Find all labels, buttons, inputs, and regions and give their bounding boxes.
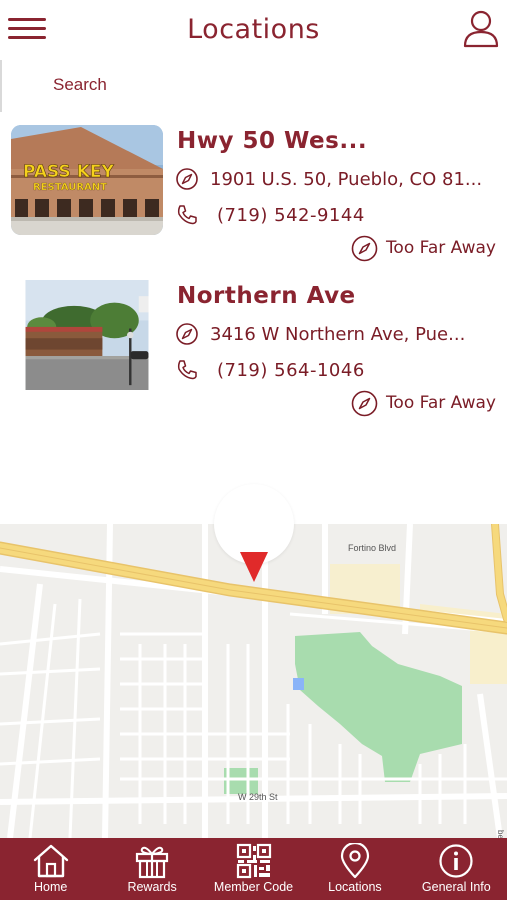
nav-home[interactable]: Home bbox=[0, 838, 101, 900]
bottom-nav: Home Rewards Member Code Locations Gener… bbox=[0, 838, 507, 900]
map-street-label: Fortino Blvd bbox=[348, 543, 396, 553]
map-pin-icon[interactable] bbox=[240, 552, 268, 582]
address-row: 1901 U.S. 50, Pueblo, CO 81... bbox=[175, 166, 482, 192]
location-address: 1901 U.S. 50, Pueblo, CO 81... bbox=[210, 168, 483, 190]
app-header: Locations bbox=[0, 0, 507, 62]
photo-sign-text: PASS KEY bbox=[23, 162, 114, 182]
compass-icon bbox=[351, 235, 378, 261]
location-phone: (719) 564-1046 bbox=[217, 359, 365, 381]
qr-code-icon bbox=[236, 843, 271, 879]
nav-label: Rewards bbox=[127, 880, 177, 894]
home-icon bbox=[33, 844, 68, 878]
compass-icon bbox=[176, 168, 198, 190]
nav-label: Member Code bbox=[213, 880, 294, 894]
nav-label: Home bbox=[34, 880, 68, 894]
location-photo bbox=[11, 280, 163, 390]
map-street-label: beth St bbox=[496, 830, 505, 838]
compass-icon bbox=[176, 323, 198, 345]
phone-icon bbox=[177, 360, 197, 380]
page-title: Locations bbox=[187, 14, 320, 45]
search-field[interactable]: Search bbox=[53, 75, 107, 95]
nav-rewards[interactable]: Rewards bbox=[101, 838, 202, 900]
location-pin-icon bbox=[340, 843, 370, 879]
drawer-edge bbox=[0, 60, 2, 112]
location-card-hwy-50[interactable]: PASS KEY RESTAURANT Hwy 50 Wes... 1901 U… bbox=[0, 122, 507, 272]
location-card-northern-ave[interactable]: Northern Ave 3416 W Northern Ave, Pue...… bbox=[0, 277, 507, 427]
location-distance: Too Far Away bbox=[385, 393, 496, 413]
location-distance: Too Far Away bbox=[385, 238, 496, 258]
nav-label: General Info bbox=[421, 880, 491, 894]
nav-member-code[interactable]: Member Code bbox=[203, 838, 304, 900]
gift-icon bbox=[136, 846, 169, 879]
location-phone: (719) 542-9144 bbox=[217, 204, 365, 226]
nav-general-info[interactable]: General Info bbox=[406, 838, 507, 900]
location-address: 3416 W Northern Ave, Pue... bbox=[210, 323, 466, 345]
phone-row[interactable]: (719) 542-9144 bbox=[175, 202, 365, 228]
distance-row: Too Far Away bbox=[351, 389, 496, 417]
address-row: 3416 W Northern Ave, Pue... bbox=[175, 321, 465, 347]
phone-icon bbox=[177, 205, 197, 225]
location-photo: PASS KEY RESTAURANT bbox=[11, 125, 163, 235]
location-name: Hwy 50 Wes... bbox=[177, 128, 368, 154]
nav-locations[interactable]: Locations bbox=[304, 838, 405, 900]
photo-sign-text: RESTAURANT bbox=[33, 182, 107, 193]
info-icon bbox=[439, 844, 473, 878]
map-street-label: W 29th St bbox=[238, 792, 278, 802]
compass-icon bbox=[351, 390, 378, 416]
phone-row[interactable]: (719) 564-1046 bbox=[175, 357, 365, 383]
location-name: Northern Ave bbox=[177, 283, 356, 309]
user-profile-icon[interactable] bbox=[463, 10, 499, 48]
nav-label: Locations bbox=[328, 880, 382, 894]
distance-row: Too Far Away bbox=[351, 234, 496, 262]
